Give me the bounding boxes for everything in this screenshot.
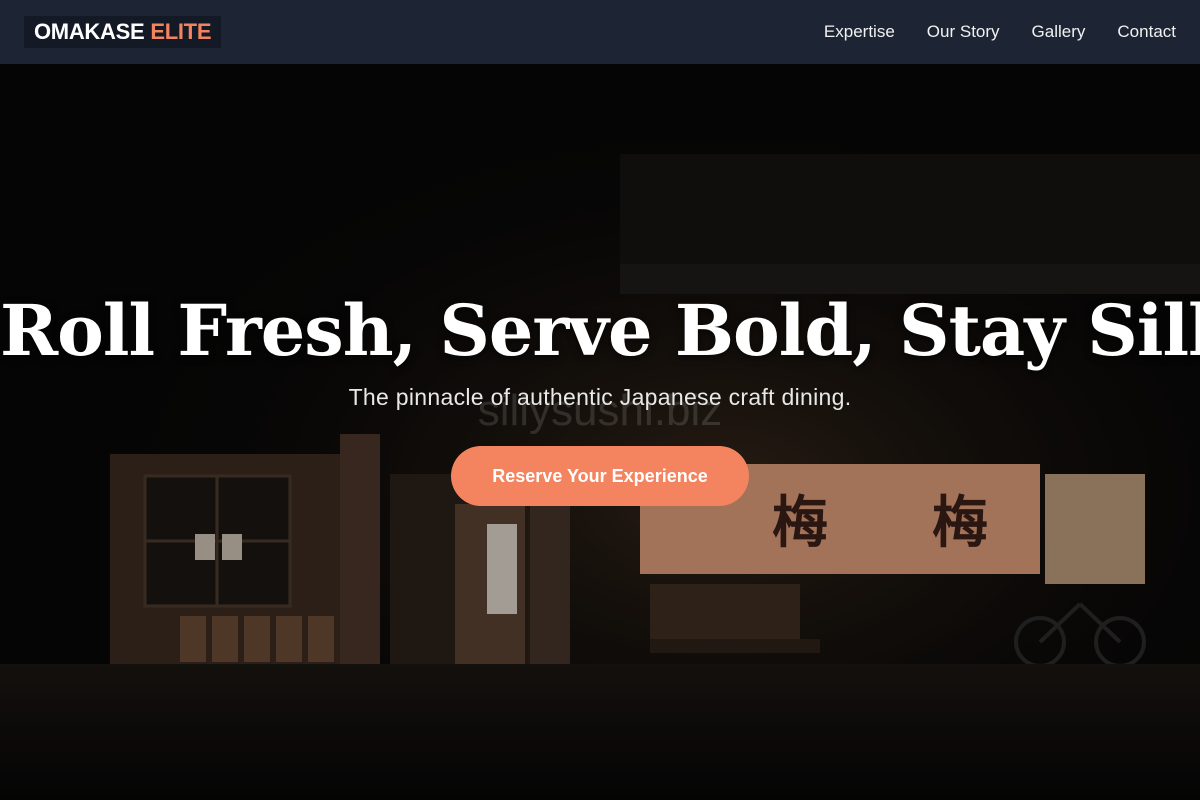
hero-title: Roll Fresh, Serve Bold, Stay Silly.: [0, 289, 1200, 372]
hero-subtitle: The pinnacle of authentic Japanese craft…: [348, 384, 852, 410]
reserve-button[interactable]: Reserve Your Experience: [451, 446, 749, 506]
nav-link-expertise[interactable]: Expertise: [824, 22, 895, 42]
hero-dark-overlay: [0, 64, 1200, 800]
nav-link-our-story[interactable]: Our Story: [927, 22, 1000, 42]
brand-name-primary: OMAKASE: [34, 19, 145, 44]
nav-links: Expertise Our Story Gallery Contact: [792, 22, 1176, 42]
nav-link-gallery[interactable]: Gallery: [1032, 22, 1086, 42]
top-navbar: OMAKASE ELITE Expertise Our Story Galler…: [0, 0, 1200, 64]
brand-logo[interactable]: OMAKASE ELITE: [24, 16, 222, 48]
brand-name-accent: ELITE: [150, 19, 212, 44]
nav-link-contact[interactable]: Contact: [1117, 22, 1176, 42]
hero-section: 梅 梅 sillysushi.biz Roll Fresh, Serve Bol…: [0, 64, 1200, 800]
